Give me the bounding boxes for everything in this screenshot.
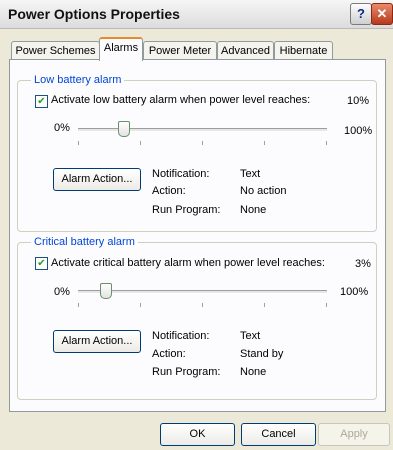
critical-action-label: Action:	[152, 348, 186, 360]
critical-notification-label: Notification:	[152, 330, 210, 342]
low-alarm-checkbox[interactable]: ✔	[35, 95, 48, 108]
critical-action-value: Stand by	[240, 348, 284, 360]
low-alarm-value: 10%	[347, 95, 370, 107]
critical-battery-group-title: Critical battery alarm	[31, 236, 138, 248]
tab-advanced[interactable]: Advanced	[217, 41, 274, 60]
ok-button[interactable]: OK	[160, 423, 235, 446]
title-bar: Power Options Properties ? ✕	[0, 0, 393, 29]
low-slider-tick	[140, 141, 141, 145]
low-battery-group-title: Low battery alarm	[31, 74, 125, 86]
critical-slider-tick	[78, 303, 79, 307]
low-run-program-label: Run Program:	[152, 204, 221, 216]
low-alarm-checkbox-label: Activate low battery alarm when power le…	[51, 94, 311, 106]
tab-power-meter[interactable]: Power Meter	[143, 41, 217, 60]
critical-alarm-action-button[interactable]: Alarm Action...	[53, 330, 141, 353]
critical-slider-tick	[264, 303, 265, 307]
critical-slider-track	[78, 290, 327, 294]
critical-run-program-value: None	[240, 366, 267, 378]
critical-alarm-value: 3%	[355, 258, 371, 270]
low-alarm-action-button[interactable]: Alarm Action...	[53, 168, 141, 191]
tab-alarms[interactable]: Alarms	[99, 37, 143, 61]
window-title: Power Options Properties	[8, 6, 180, 22]
low-slider-thumb[interactable]	[117, 121, 130, 137]
low-action-value: No action	[240, 185, 287, 197]
critical-notification-value: Text	[240, 330, 261, 342]
low-slider-tick	[326, 141, 327, 145]
low-run-program-value: None	[240, 204, 267, 216]
critical-run-program-label: Run Program:	[152, 366, 221, 378]
low-slider-tick	[78, 141, 79, 145]
low-slider-tick	[202, 141, 203, 145]
critical-alarm-checkbox[interactable]: ✔	[35, 257, 48, 270]
low-slider-tick	[264, 141, 265, 145]
low-action-label: Action:	[152, 185, 186, 197]
critical-slider-min-label: 0%	[54, 286, 70, 298]
critical-slider-max-label: 100%	[340, 286, 369, 298]
low-slider-track	[78, 128, 327, 132]
critical-slider-tick	[140, 303, 141, 307]
help-button[interactable]: ?	[350, 3, 372, 25]
critical-slider-thumb[interactable]	[100, 283, 113, 299]
critical-alarm-checkbox-label: Activate critical battery alarm when pow…	[51, 257, 325, 269]
close-button[interactable]: ✕	[371, 3, 393, 25]
low-notification-label: Notification:	[152, 168, 210, 180]
critical-slider-tick	[202, 303, 203, 307]
low-slider-max-label: 100%	[344, 125, 373, 137]
critical-slider-tick	[326, 303, 327, 307]
cancel-button[interactable]: Cancel	[241, 423, 316, 446]
low-slider-min-label: 0%	[54, 122, 70, 134]
tab-hibernate[interactable]: Hibernate	[274, 41, 333, 60]
low-notification-value: Text	[240, 168, 261, 180]
tab-power-schemes[interactable]: Power Schemes	[11, 41, 100, 60]
apply-button[interactable]: Apply	[318, 423, 390, 446]
